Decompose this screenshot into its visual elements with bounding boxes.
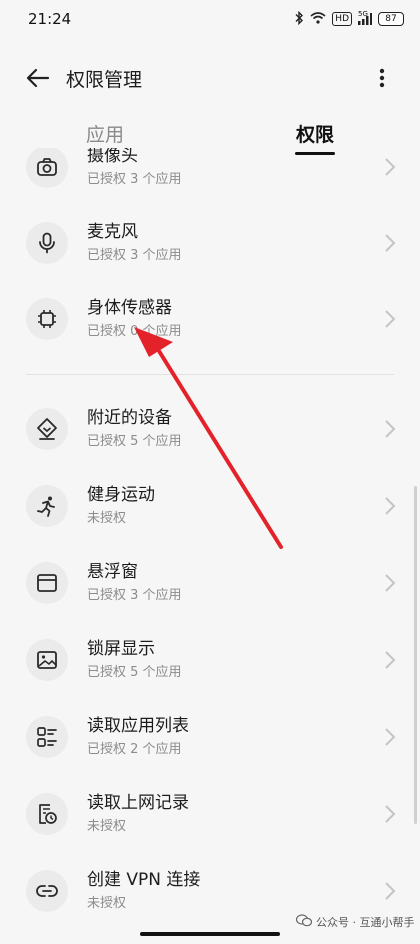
list-item-microphone[interactable]: 麦克风 已授权 3 个应用 <box>0 208 420 278</box>
item-title: 健身运动 <box>87 485 155 505</box>
item-subtitle: 已授权 5 个应用 <box>87 665 182 680</box>
list-item-read-app-list[interactable]: 读取应用列表 已授权 2 个应用 <box>0 702 420 772</box>
chevron-right-icon <box>385 234 396 252</box>
more-options-button[interactable] <box>364 60 400 96</box>
running-icon <box>26 485 68 527</box>
status-bar: 21:24 HD 5G 87 <box>0 0 420 38</box>
wechat-icon <box>295 914 313 930</box>
item-title: 悬浮窗 <box>87 562 138 582</box>
chevron-right-icon <box>385 310 396 328</box>
list-item-body-sensors[interactable]: 身体传感器 已授权 0 个应用 <box>0 284 420 354</box>
item-title: 读取应用列表 <box>87 716 189 736</box>
item-subtitle: 已授权 3 个应用 <box>87 248 182 263</box>
list-item-camera[interactable]: 摄像头 已授权 3 个应用 <box>0 148 420 202</box>
item-title: 读取上网记录 <box>87 793 189 813</box>
tab-permissions[interactable]: 权限 <box>210 114 420 147</box>
item-subtitle: 已授权 3 个应用 <box>87 172 182 187</box>
bluetooth-icon <box>294 10 304 28</box>
item-subtitle: 已授权 0 个应用 <box>87 324 182 339</box>
chevron-right-icon <box>385 158 396 176</box>
item-subtitle: 未授权 <box>87 896 127 911</box>
history-icon <box>26 793 68 835</box>
signal-label: 5G <box>358 10 368 18</box>
status-time: 21:24 <box>28 10 72 28</box>
link-icon <box>26 870 68 912</box>
item-title: 创建 VPN 连接 <box>87 870 201 890</box>
item-title: 身体传感器 <box>87 298 172 318</box>
tab-apps[interactable]: 应用 <box>0 114 210 147</box>
chevron-right-icon <box>385 805 396 823</box>
microphone-icon <box>26 222 68 264</box>
chevron-right-icon <box>385 420 396 438</box>
signal-icon: 5G <box>358 10 372 25</box>
item-subtitle: 已授权 2 个应用 <box>87 742 182 757</box>
item-subtitle: 未授权 <box>87 819 127 834</box>
item-subtitle: 已授权 3 个应用 <box>87 588 182 603</box>
wifi-icon <box>310 11 326 27</box>
back-arrow-icon <box>26 68 50 88</box>
watermark-text: 公众号 · 互通小帮手 <box>316 916 415 929</box>
chevron-right-icon <box>385 728 396 746</box>
watermark: 公众号 · 互通小帮手 <box>295 914 415 930</box>
chevron-right-icon <box>385 497 396 515</box>
more-vertical-icon <box>379 68 385 88</box>
app-list-icon <box>26 716 68 758</box>
list-item-floating-window[interactable]: 悬浮窗 已授权 3 个应用 <box>0 548 420 618</box>
home-indicator[interactable] <box>140 932 280 936</box>
page-title: 权限管理 <box>66 68 143 91</box>
item-title: 锁屏显示 <box>87 639 155 659</box>
app-header: 权限管理 <box>0 52 420 104</box>
window-icon <box>26 562 68 604</box>
list-item-nearby-devices[interactable]: 附近的设备 已授权 5 个应用 <box>0 394 420 464</box>
battery-indicator: 87 <box>378 12 404 26</box>
item-subtitle: 已授权 5 个应用 <box>87 434 182 449</box>
item-title: 附近的设备 <box>87 408 172 428</box>
hd-badge: HD <box>332 12 352 26</box>
scrollbar[interactable] <box>414 486 417 824</box>
section-divider <box>26 374 394 375</box>
camera-icon <box>26 148 68 188</box>
chevron-right-icon <box>385 651 396 669</box>
item-title: 麦克风 <box>87 222 138 242</box>
nearby-devices-icon <box>26 408 68 450</box>
chevron-right-icon <box>385 882 396 900</box>
status-icons: HD 5G 87 <box>294 10 404 28</box>
list-item-fitness[interactable]: 健身运动 未授权 <box>0 471 420 541</box>
permission-list: 摄像头 已授权 3 个应用 麦克风 已授权 3 个应用 身体传感器 已授权 0 … <box>0 148 420 944</box>
chevron-right-icon <box>385 574 396 592</box>
list-item-browsing-history[interactable]: 读取上网记录 未授权 <box>0 779 420 849</box>
back-button[interactable] <box>20 60 56 96</box>
item-title: 摄像头 <box>87 148 138 166</box>
item-subtitle: 未授权 <box>87 511 127 526</box>
chip-icon <box>26 298 68 340</box>
list-item-lock-screen[interactable]: 锁屏显示 已授权 5 个应用 <box>0 625 420 695</box>
image-icon <box>26 639 68 681</box>
